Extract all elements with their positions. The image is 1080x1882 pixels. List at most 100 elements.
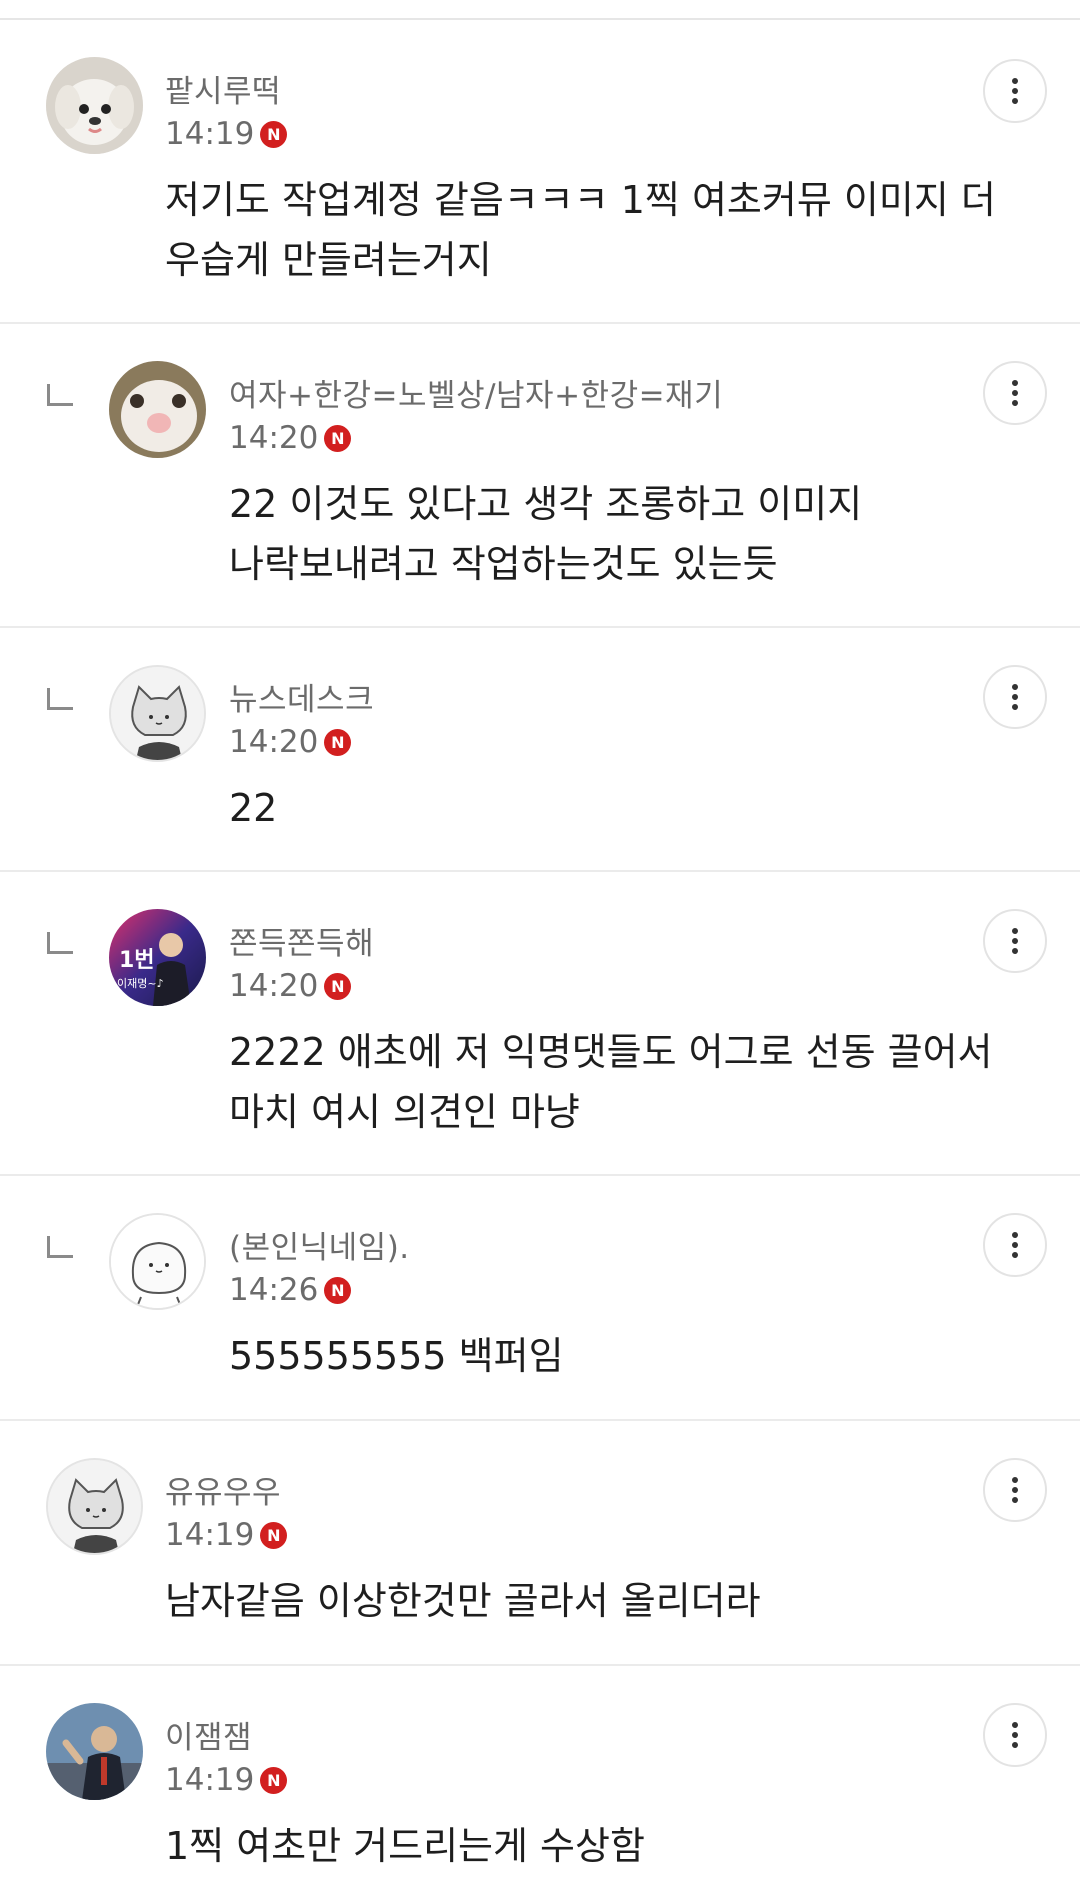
reply-indicator-icon [47,1236,73,1258]
avatar[interactable] [109,1213,206,1310]
comment-meta: 14:19 N [165,116,288,152]
more-vertical-icon [1012,1232,1018,1238]
avatar-badge-text: 1번 [119,948,155,973]
avatar[interactable] [46,57,143,154]
more-vertical-icon [1012,928,1018,934]
comment-meta: 14:20 N [229,724,352,760]
avatar-caption: 이재명~♪ [117,977,164,990]
comment-line: 22 이것도 있다고 생각 조롱하고 이미지 [229,482,863,526]
more-options-button[interactable] [983,59,1047,123]
new-badge: N [260,1766,288,1794]
comment-item: 팥시루떡 14:19 N 저기도 작업계정 같음ㅋㅋㅋ 1찍 여초커뮤 이미지 … [0,20,1080,324]
comment-meta: 14:19 N [165,1517,288,1553]
more-dot [1012,1242,1018,1248]
more-dot [1012,1732,1018,1738]
more-dot [1012,1252,1018,1258]
more-options-button[interactable] [983,1458,1047,1522]
comment-meta: 14:19 N [165,1762,288,1798]
comment-item-reply: 1번 이재명~♪ 쫀득쫀득해 14:20 N 2222 애초에 저 익명댓들도 … [0,872,1080,1176]
comment-text: 22 이것도 있다고 생각 조롱하고 이미지 나락보내려고 작업하는것도 있는듯 [229,474,862,594]
reply-indicator-icon [47,384,73,406]
comment-line: 저기도 작업계정 같음ㅋㅋㅋ 1찍 여초커뮤 이미지 더 [165,178,996,222]
comment-time: 14:26 [229,1272,319,1308]
more-options-button[interactable] [983,361,1047,425]
avatar-dog-image [46,57,143,154]
comment-line: 우습게 만들려는거지 [165,238,492,282]
comment-line: 1찍 여초만 거드리는게 수상함 [165,1824,645,1868]
comment-time: 14:19 [165,1762,255,1798]
comment-item-reply: 여자+한강=노벨상/남자+한강=재기 14:20 N 22 이것도 있다고 생각… [0,324,1080,628]
comment-line: 나락보내려고 작업하는것도 있는듯 [229,542,778,586]
default-avatar-cat-icon [48,1460,141,1553]
avatar[interactable] [46,1458,143,1555]
comment-meta: 14:26 N [229,1272,352,1308]
reply-indicator-icon [47,932,73,954]
comment-line: 555555555 백퍼임 [229,1334,564,1378]
comment-item: 유유우우 14:19 N 남자같음 이상한것만 골라서 올리더라 [0,1421,1080,1666]
new-badge: N [324,1276,352,1304]
avatar-photo-image [46,1703,143,1800]
more-vertical-icon [1012,1722,1018,1728]
new-badge: N [324,728,352,756]
avatar[interactable] [109,665,206,762]
more-options-button[interactable] [983,665,1047,729]
comment-author[interactable]: (본인닉네임). [229,1222,410,1267]
more-dot [1012,694,1018,700]
reply-indicator-icon [47,688,73,710]
comment-list: 팥시루떡 14:19 N 저기도 작업계정 같음ㅋㅋㅋ 1찍 여초커뮤 이미지 … [0,0,1080,1882]
comment-author[interactable]: 이잼잼 [165,1712,252,1757]
more-vertical-icon [1012,380,1018,386]
more-options-button[interactable] [983,1703,1047,1767]
comment-text: 22 [229,778,277,838]
avatar[interactable]: 1번 이재명~♪ [109,909,206,1006]
comment-item-reply: (본인닉네임). 14:26 N 555555555 백퍼임 [0,1176,1080,1421]
avatar-campaign-image: 1번 이재명~♪ [109,909,206,1006]
comment-author[interactable]: 쫀득쫀득해 [229,918,374,963]
default-avatar-cat-icon [111,667,204,760]
comment-text: 2222 애초에 저 익명댓들도 어그로 선동 끌어서 마치 여시 의견인 마냥 [229,1022,993,1142]
comment-time: 14:20 [229,968,319,1004]
default-avatar-blob-icon [111,1215,204,1308]
more-dot [1012,400,1018,406]
new-badge: N [260,120,288,148]
comment-line: 남자같음 이상한것만 골라서 올리더라 [165,1579,761,1623]
more-options-button[interactable] [983,1213,1047,1277]
more-dot [1012,88,1018,94]
comment-time: 14:20 [229,420,319,456]
more-dot [1012,1487,1018,1493]
more-dot [1012,390,1018,396]
more-dot [1012,938,1018,944]
avatar[interactable] [109,361,206,458]
comment-text: 남자같음 이상한것만 골라서 올리더라 [165,1571,761,1631]
avatar-cat-image [109,361,206,458]
more-vertical-icon [1012,78,1018,84]
comment-author[interactable]: 여자+한강=노벨상/남자+한강=재기 [229,370,723,415]
comment-text: 1찍 여초만 거드리는게 수상함 [165,1816,645,1876]
comment-time: 14:20 [229,724,319,760]
comment-line: 마치 여시 의견인 마냥 [229,1090,580,1134]
comment-author[interactable]: 유유우우 [165,1467,281,1512]
comment-meta: 14:20 N [229,968,352,1004]
comment-author[interactable]: 팥시루떡 [165,66,281,111]
comment-line: 2222 애초에 저 익명댓들도 어그로 선동 끌어서 [229,1030,993,1074]
more-dot [1012,704,1018,710]
comment-author[interactable]: 뉴스데스크 [229,674,374,719]
more-dot [1012,98,1018,104]
more-options-button[interactable] [983,909,1047,973]
comment-item: 이잼잼 14:19 N 1찍 여초만 거드리는게 수상함 [0,1666,1080,1882]
new-badge: N [324,972,352,1000]
comment-meta: 14:20 N [229,420,352,456]
more-vertical-icon [1012,1477,1018,1483]
new-badge: N [260,1521,288,1549]
comment-item-reply: 뉴스데스크 14:20 N 22 [0,628,1080,872]
new-badge: N [324,424,352,452]
comment-text: 저기도 작업계정 같음ㅋㅋㅋ 1찍 여초커뮤 이미지 더 우습게 만들려는거지 [165,170,996,290]
top-divider [0,0,1080,20]
comment-text: 555555555 백퍼임 [229,1326,564,1386]
more-vertical-icon [1012,684,1018,690]
comment-time: 14:19 [165,116,255,152]
avatar[interactable] [46,1703,143,1800]
more-dot [1012,948,1018,954]
comment-line: 22 [229,786,278,830]
more-dot [1012,1742,1018,1748]
